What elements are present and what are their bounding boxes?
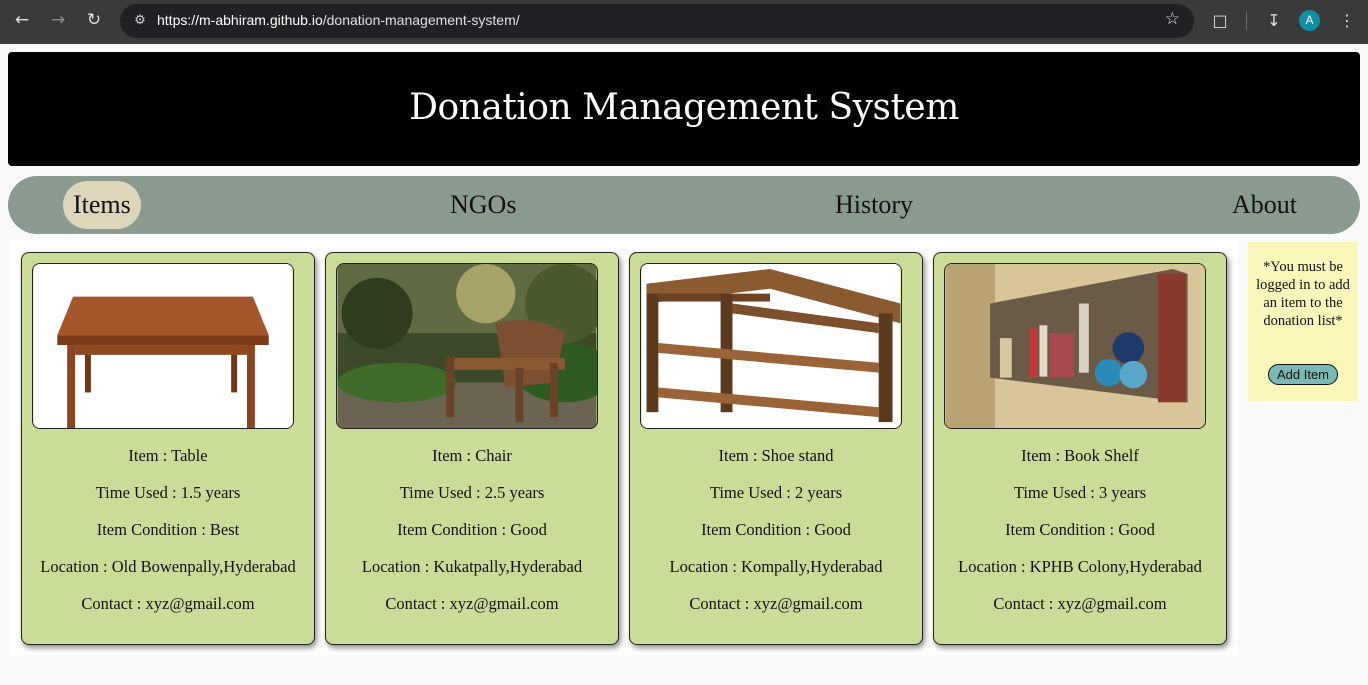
nav-item-ngos[interactable]: NGOs bbox=[440, 181, 526, 229]
table-image bbox=[33, 264, 293, 428]
item-contact: Contact : xyz@gmail.com bbox=[689, 594, 863, 613]
star-icon[interactable]: ☆ bbox=[1165, 9, 1180, 29]
site-info-icon[interactable]: ⚙ bbox=[130, 11, 150, 31]
item-location: Location : KPHB Colony,Hyderabad bbox=[958, 557, 1202, 576]
item-details: Item : Book Shelf Time Used : 3 years It… bbox=[934, 445, 1226, 630]
item-time-used: Time Used : 2 years bbox=[709, 483, 843, 502]
item-name: Item : Book Shelf bbox=[1021, 446, 1139, 465]
chair-image bbox=[337, 264, 597, 428]
browser-toolbar: ← → ↻ ⚙ https://m-abhiram.github.io/dona… bbox=[0, 0, 1368, 44]
url-text[interactable]: https://m-abhiram.github.io/donation-man… bbox=[157, 12, 520, 28]
header-banner: Donation Management System bbox=[8, 52, 1360, 166]
item-details: Item : Table Time Used : 1.5 years Item … bbox=[22, 445, 314, 630]
item-condition: Item Condition : Good bbox=[701, 520, 851, 539]
item-card-chair: Item : Chair Time Used : 2.5 years Item … bbox=[325, 252, 619, 645]
forward-arrow-icon[interactable]: → bbox=[44, 8, 72, 32]
nav-item-history[interactable]: History bbox=[825, 181, 923, 229]
item-contact: Contact : xyz@gmail.com bbox=[385, 594, 559, 613]
item-name: Item : Table bbox=[128, 446, 208, 465]
kebab-menu-icon[interactable]: ⋮ bbox=[1335, 9, 1359, 33]
item-condition: Item Condition : Good bbox=[1005, 520, 1155, 539]
login-required-note: *You must be logged in to add an item to… bbox=[1256, 259, 1350, 329]
item-time-used: Time Used : 2.5 years bbox=[399, 483, 545, 502]
nav-item-about[interactable]: About bbox=[1222, 181, 1307, 229]
item-details: Item : Chair Time Used : 2.5 years Item … bbox=[326, 445, 618, 630]
item-contact: Contact : xyz@gmail.com bbox=[81, 594, 255, 613]
nav-item-items[interactable]: Items bbox=[63, 181, 141, 229]
address-bar[interactable]: ⚙ https://m-abhiram.github.io/donation-m… bbox=[120, 4, 1194, 38]
item-card-book-shelf: Item : Book Shelf Time Used : 3 years It… bbox=[933, 252, 1227, 645]
item-location: Location : Old Bowenpally,Hyderabad bbox=[40, 557, 296, 576]
extensions-icon[interactable]: □ bbox=[1208, 9, 1232, 33]
shoe-stand-image bbox=[641, 264, 901, 428]
item-time-used: Time Used : 1.5 years bbox=[95, 483, 241, 502]
item-photo-shoe-stand bbox=[640, 263, 902, 429]
item-condition: Item Condition : Good bbox=[397, 520, 547, 539]
book-shelf-image bbox=[945, 264, 1205, 428]
main-nav: Items NGOs History About bbox=[8, 176, 1360, 234]
item-condition: Item Condition : Best bbox=[96, 520, 240, 539]
item-contact: Contact : xyz@gmail.com bbox=[993, 594, 1167, 613]
page-title: Donation Management System bbox=[409, 87, 959, 128]
item-card-shoe-stand: Item : Shoe stand Time Used : 2 years It… bbox=[629, 252, 923, 645]
item-card-table: Item : Table Time Used : 1.5 years Item … bbox=[21, 252, 315, 645]
download-icon[interactable]: ↧ bbox=[1262, 9, 1286, 33]
item-name: Item : Shoe stand bbox=[718, 446, 834, 465]
profile-avatar[interactable]: A bbox=[1299, 10, 1320, 31]
item-location: Location : Kompally,Hyderabad bbox=[669, 557, 883, 576]
toolbar-divider bbox=[1246, 12, 1247, 30]
item-name: Item : Chair bbox=[432, 446, 512, 465]
reload-icon[interactable]: ↻ bbox=[80, 8, 108, 32]
item-location: Location : Kukatpally,Hyderabad bbox=[361, 557, 583, 576]
item-photo-chair bbox=[336, 263, 598, 429]
item-time-used: Time Used : 3 years bbox=[1013, 483, 1147, 502]
login-notice-panel: *You must be logged in to add an item to… bbox=[1248, 242, 1358, 401]
add-item-button[interactable]: Add Item bbox=[1268, 364, 1338, 385]
item-photo-book-shelf bbox=[944, 263, 1206, 429]
item-photo-table bbox=[32, 263, 294, 429]
back-arrow-icon[interactable]: ← bbox=[8, 8, 36, 32]
item-details: Item : Shoe stand Time Used : 2 years It… bbox=[630, 445, 922, 630]
